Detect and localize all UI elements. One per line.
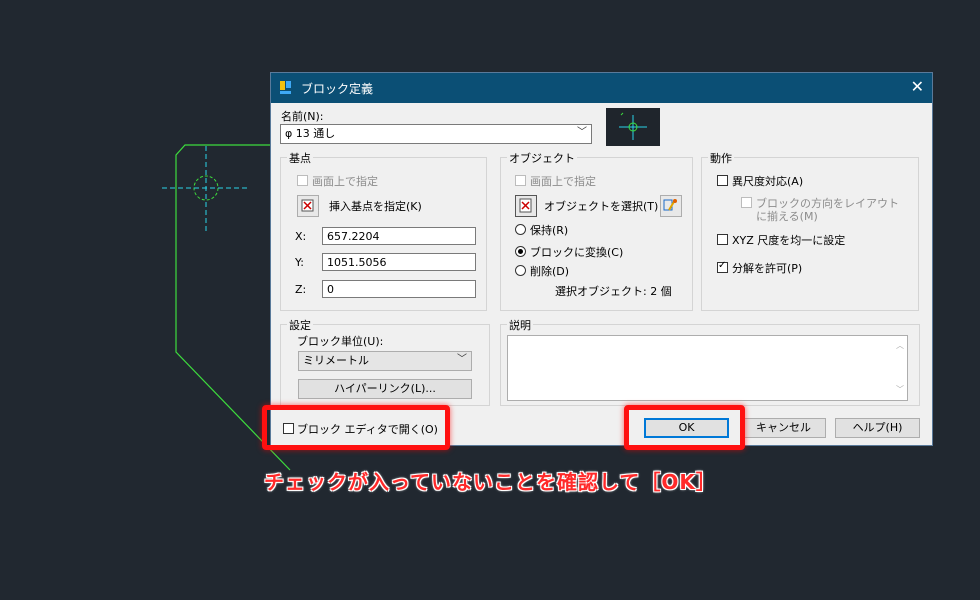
quick-select-icon bbox=[663, 199, 677, 211]
z-input[interactable]: 0 bbox=[322, 280, 476, 298]
block-unit-label: ブロック単位(U): bbox=[297, 335, 384, 348]
convert-label: ブロックに変換(C) bbox=[530, 246, 624, 259]
allow-explode-label: 分解を許可(P) bbox=[732, 262, 803, 275]
z-label: Z: bbox=[295, 283, 307, 296]
pick-point-icon bbox=[301, 199, 314, 212]
basepoint-title: 基点 bbox=[287, 150, 313, 166]
behavior-title: 動作 bbox=[708, 150, 734, 166]
name-label: 名前(N): bbox=[281, 110, 324, 123]
dialog-title: ブロック定義 bbox=[301, 82, 374, 96]
scroll-down-icon[interactable]: ﹀ bbox=[896, 383, 904, 397]
select-objects-button[interactable] bbox=[515, 195, 537, 217]
quick-select-button[interactable] bbox=[660, 195, 682, 217]
y-label: Y: bbox=[295, 256, 304, 269]
hyperlink-button[interactable]: ハイパーリンク(L)... bbox=[298, 379, 472, 399]
basepoint-onscreen-checkbox[interactable] bbox=[297, 175, 308, 186]
ok-highlight bbox=[624, 405, 745, 450]
scroll-up-icon[interactable]: ︿ bbox=[896, 339, 904, 353]
block-definition-dialog: ブロック定義 ✕ 名前(N): φ 13 通し ﹀ 基点 画面上で指定 挿入基点… bbox=[270, 72, 933, 446]
objects-title: オブジェクト bbox=[507, 150, 577, 166]
delete-label: 削除(D) bbox=[530, 265, 570, 278]
retain-radio[interactable] bbox=[515, 224, 526, 235]
delete-radio[interactable] bbox=[515, 265, 526, 276]
settings-title: 設定 bbox=[287, 317, 313, 333]
name-value: φ 13 通し bbox=[285, 127, 336, 140]
allow-explode-checkbox[interactable] bbox=[717, 260, 728, 273]
block-unit-value: ミリメートル bbox=[303, 354, 369, 367]
chevron-down-icon: ﹀ bbox=[577, 127, 587, 138]
objects-onscreen-checkbox[interactable] bbox=[515, 175, 526, 186]
pick-point-label: 挿入基点を指定(K) bbox=[329, 200, 422, 213]
title-bar: ブロック定義 ✕ bbox=[271, 73, 932, 103]
x-label: X: bbox=[295, 230, 307, 243]
cancel-button[interactable]: キャンセル bbox=[741, 418, 826, 438]
chevron-down-icon: ﹀ bbox=[457, 354, 467, 365]
block-unit-select[interactable]: ミリメートル ﹀ bbox=[298, 351, 472, 371]
x-input[interactable]: 657.2204 bbox=[322, 227, 476, 245]
select-objects-label: オブジェクトを選択(T) bbox=[544, 200, 659, 213]
app-icon bbox=[280, 81, 291, 94]
retain-label: 保持(R) bbox=[530, 224, 569, 237]
open-editor-highlight bbox=[262, 405, 450, 450]
name-combobox[interactable]: φ 13 通し ﹀ bbox=[280, 124, 592, 144]
selected-count: 選択オブジェクト: 2 個 bbox=[555, 285, 672, 298]
convert-radio[interactable] bbox=[515, 246, 526, 257]
help-button[interactable]: ヘルプ(H) bbox=[835, 418, 920, 438]
close-icon[interactable]: ✕ bbox=[911, 77, 924, 97]
description-title: 説明 bbox=[507, 317, 533, 333]
match-layout-checkbox[interactable] bbox=[741, 197, 752, 208]
y-input[interactable]: 1051.5056 bbox=[322, 253, 476, 271]
block-preview bbox=[606, 108, 660, 146]
match-layout-label-2: に揃える(M) bbox=[756, 210, 818, 223]
annotative-checkbox[interactable] bbox=[717, 175, 728, 186]
instruction-annotation: チェックが入っていないことを確認して［OK］ bbox=[264, 470, 717, 494]
objects-onscreen-label: 画面上で指定 bbox=[530, 175, 596, 188]
description-textarea[interactable]: ︿ ﹀ bbox=[507, 335, 908, 401]
uniform-scale-checkbox[interactable] bbox=[717, 234, 728, 245]
uniform-scale-label: XYZ 尺度を均一に設定 bbox=[732, 234, 846, 247]
basepoint-onscreen-label: 画面上で指定 bbox=[312, 175, 378, 188]
annotative-label: 異尺度対応(A) bbox=[732, 175, 804, 188]
pick-point-button[interactable] bbox=[297, 195, 319, 217]
select-objects-icon bbox=[519, 198, 532, 213]
